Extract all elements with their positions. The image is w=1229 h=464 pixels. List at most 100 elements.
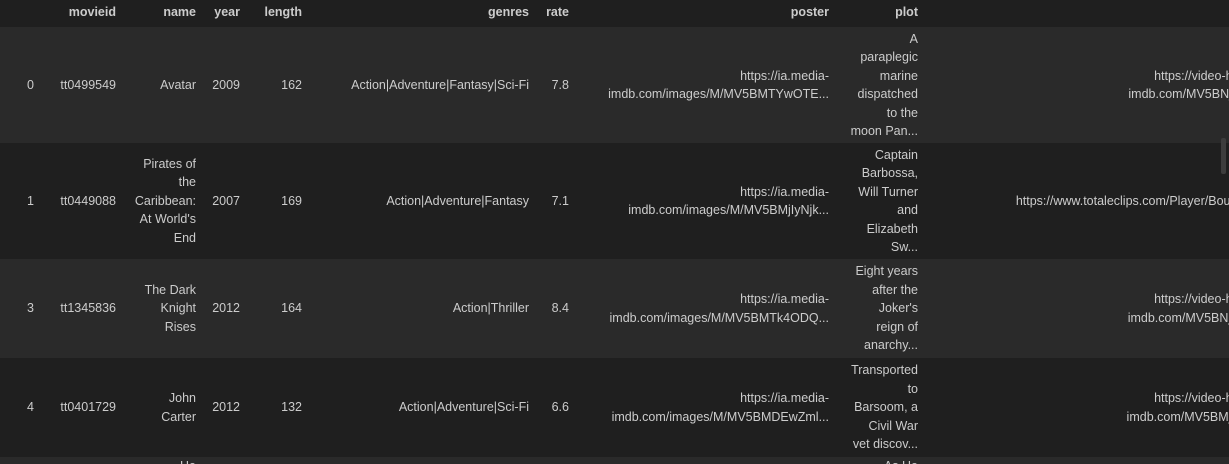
column-header-poster: poster: [790, 5, 829, 19]
cell-rate: 7.1: [551, 193, 569, 208]
cell-plot-line: Captain: [874, 147, 918, 162]
column-header-rate: rate: [546, 5, 569, 19]
cell-name: Pirates of the Caribbean: At World's End: [122, 143, 202, 259]
table-row: 0 tt0499549 Avatar 2009 162 Action|Adventure|…: [0, 27, 1229, 143]
cell-plot-line: Barbossa,: [861, 166, 918, 180]
cell-length: 132: [281, 400, 302, 415]
table-row-partial: He As He: [0, 457, 1229, 464]
cell-genres: Action|Adventure|Sci-Fi: [398, 400, 529, 415]
column-header-trailer: traile: [924, 0, 1229, 27]
cell-poster: https://ia.media-imdb.com/images/M/MV5BM…: [575, 358, 835, 457]
cell-year: 2012: [212, 400, 240, 415]
cell-name-line: Pirates of: [143, 156, 196, 171]
row-index: 4: [27, 400, 34, 415]
cell-name-line: Knight: [160, 301, 196, 316]
cell-plot-line: Joker's: [878, 301, 918, 316]
cell-poster: https://ia.media-imdb.com/images/M/MV5BM…: [575, 27, 835, 143]
cell-length: 162: [281, 77, 302, 92]
cell-year: 2009: [212, 77, 240, 92]
cell-rate: 8.4: [551, 301, 569, 316]
cell-name: The Dark Knight Rises: [122, 259, 202, 358]
cell-plot: Transported to Barsoom, a Civil War vet disc…: [835, 358, 924, 457]
cell-empty: [535, 457, 575, 464]
cell-trailer-line: imdb.com/MV5BNjYxM2Q5.: [1128, 87, 1229, 101]
cell-poster-line: imdb.com/images/M/MV5BMjIyNjk...: [628, 203, 829, 217]
table-row: 3 tt1345836 The Dark Knight Rises 2012 164 Acti…: [0, 259, 1229, 358]
cell-trailer-line: imdb.com/MV5BMjAwMzY1.: [1126, 409, 1229, 424]
cell-empty: [246, 457, 308, 464]
cell-name: He: [122, 457, 202, 464]
column-header-genres: genres: [488, 5, 529, 19]
cell-plot-line: and: [897, 203, 918, 217]
cell-plot: Captain Barbossa, Will Turner and Elizabeth S…: [835, 143, 924, 259]
cell-plot-line: after the: [872, 282, 918, 297]
cell-poster-line: imdb.com/images/M/MV5BMDEwZml...: [611, 409, 829, 424]
cell-poster-line: https://ia.media-: [740, 184, 829, 199]
cell-genres: Action|Adventure|Fantasy|Sci-Fi: [351, 77, 529, 92]
dataframe-output: movieid name year length genres rate pos…: [0, 0, 1229, 464]
cell-movieid: tt0499549: [60, 77, 116, 92]
cell-plot-line: Elizabeth: [866, 221, 918, 236]
cell-plot-line: vet discov...: [852, 437, 918, 452]
cell-name-line: Caribbean:: [134, 193, 196, 208]
cell-plot-line: Civil War: [868, 418, 918, 433]
cell-plot: As He: [835, 457, 924, 464]
cell-plot-line: to: [907, 381, 918, 396]
cell-poster-line: https://ia.media-: [740, 391, 829, 405]
row-index: 3: [27, 301, 34, 316]
cell-movieid: tt1345836: [60, 301, 116, 316]
cell-plot: Eight years after the Joker's reign of anarc…: [835, 259, 924, 358]
row-index: 1: [27, 193, 34, 208]
cell-empty: [308, 457, 535, 464]
cell-empty: [575, 457, 835, 464]
cell-trailer-line: https://video-http.media: [1154, 292, 1229, 306]
cell-name-line: Rises: [164, 319, 196, 334]
cell-plot: Aparaplegic marine dispatched to the moon Pa…: [835, 27, 924, 143]
cell-plot-line: Will Turner: [858, 184, 918, 199]
table-row: 1 tt0449088 Pirates of the Caribbean: At Worl…: [0, 143, 1229, 259]
table-row: 4 tt0401729 John Carter 2012 132 Action|Advent…: [0, 358, 1229, 457]
cell-year: 2012: [212, 301, 240, 316]
cell-movieid: tt0401729: [60, 400, 116, 415]
cell-empty: [202, 457, 246, 464]
column-header-movieid: movieid: [68, 5, 116, 19]
cell-plot-line: dispatched: [857, 87, 918, 101]
cell-poster: https://ia.media-imdb.com/images/M/MV5BM…: [575, 259, 835, 358]
cell-name-line: John: [168, 391, 196, 405]
cell-name-line: Carter: [161, 409, 196, 424]
cell-plot-line: anarchy...: [864, 338, 918, 353]
vertical-scrollbar-thumb[interactable]: [1221, 138, 1226, 174]
cell-poster-line: imdb.com/images/M/MV5BMTk4ODQ...: [609, 310, 830, 325]
cell-rate: 7.8: [551, 77, 569, 92]
cell-trailer-line: https://www.totaleclips.com/Player/Bounc…: [1015, 193, 1229, 208]
dataframe-table: movieid name year length genres rate pos…: [0, 0, 1229, 464]
column-header-name: name: [163, 5, 196, 19]
cell-rate: 6.6: [551, 400, 569, 415]
row-index: 0: [27, 77, 34, 92]
cell-plot-line: Eight years: [855, 264, 918, 279]
cell-length: 169: [281, 193, 302, 208]
cell-plot-line: marine: [879, 68, 918, 83]
cell-empty: [0, 457, 40, 464]
cell-year: 2007: [212, 193, 240, 208]
cell-poster: https://ia.media-imdb.com/images/M/MV5BM…: [575, 143, 835, 259]
cell-poster-line: https://ia.media-: [740, 68, 829, 83]
cell-trailer-line: https://video-http.media: [1154, 68, 1229, 83]
cell-trailer: https://video-http.media imdb.com/MV5BMjA…: [924, 358, 1229, 457]
cell-trailer: https://video-http.media imdb.com/MV5BNjY…: [924, 27, 1229, 143]
cell-plot-line: Transported: [851, 363, 918, 378]
cell-plot-line: moon Pan...: [850, 124, 918, 138]
cell-name-line: The Dark: [144, 282, 196, 297]
cell-plot-line: Barsoom, a: [854, 400, 918, 415]
header-row: movieid name year length genres rate pos…: [0, 0, 1229, 27]
cell-trailer-line: imdb.com/MV5BNjQ1NTU4.: [1127, 310, 1229, 325]
cell-movieid: tt0449088: [60, 193, 116, 208]
cell-trailer: https://www.totaleclips.com/Player/Bounc…: [924, 143, 1229, 259]
cell-name: Avatar: [160, 77, 196, 92]
cell-genres: Action|Thriller: [452, 301, 529, 316]
cell-name-line: End: [173, 230, 196, 245]
cell-trailer-line: https://video-http.media: [1154, 391, 1229, 405]
index-header: [0, 0, 40, 27]
cell-poster-line: https://ia.media-: [740, 292, 829, 306]
cell-poster-line: imdb.com/images/M/MV5BMTYwOTE...: [608, 87, 829, 101]
